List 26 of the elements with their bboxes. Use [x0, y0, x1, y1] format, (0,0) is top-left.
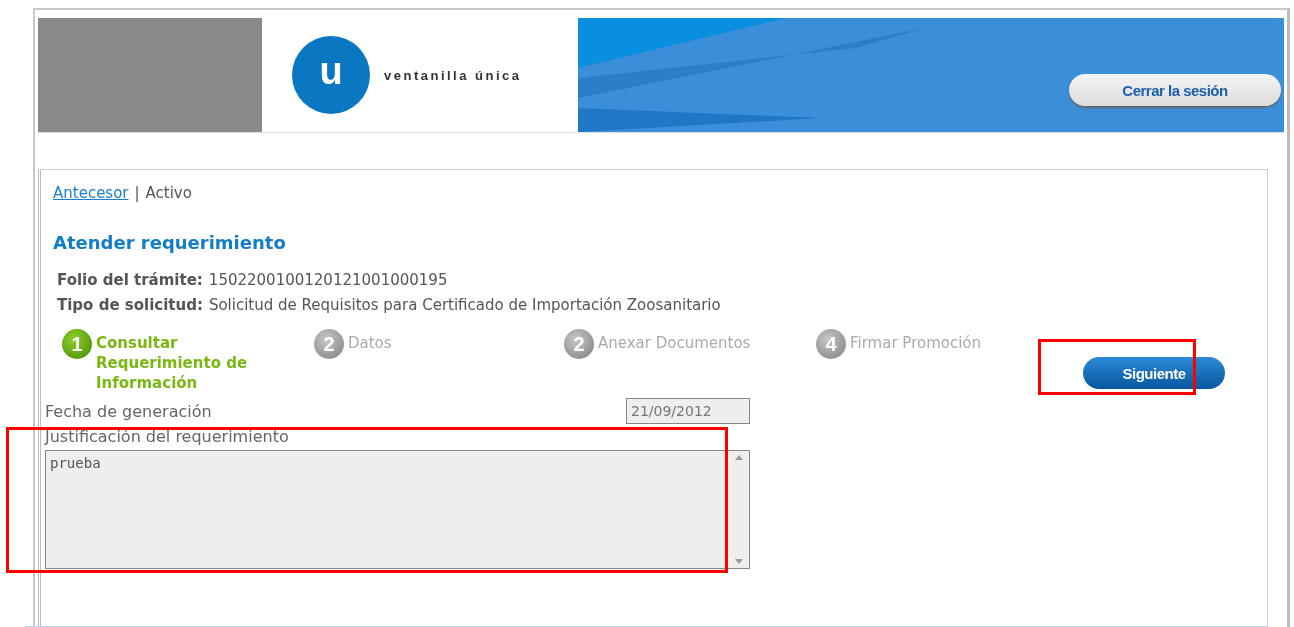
- step-label: Anexar Documentos: [598, 333, 752, 354]
- page-title: Atender requerimiento: [53, 232, 287, 253]
- breadcrumb-separator: |: [134, 184, 140, 204]
- logout-button[interactable]: Cerrar la sesión: [1069, 74, 1281, 106]
- step-number-badge: 2: [564, 329, 594, 359]
- detail-label: Folio del trámite:: [57, 271, 203, 291]
- step-label: Consultar Requerimiento de Información: [96, 333, 249, 393]
- detail-value: Solicitud de Requisitos para Certificado de Importación Zoosanitario: [208, 296, 721, 316]
- detail-label: Tipo de solicitud:: [57, 296, 203, 316]
- next-button[interactable]: Siguiente: [1083, 357, 1225, 389]
- field-label: Justificación del requerimiento: [43, 427, 290, 446]
- logo-text: ventanilla única: [384, 67, 522, 83]
- scroll-up-icon[interactable]: [735, 455, 743, 460]
- step-number-badge: 4: [816, 329, 846, 359]
- step-label: Firmar Promoción: [850, 333, 983, 354]
- step-number-badge: 1: [62, 329, 92, 359]
- field-label: Fecha de generación: [44, 401, 212, 421]
- logo-icon: u: [292, 36, 370, 114]
- date-field[interactable]: 21/09/2012: [626, 398, 750, 424]
- step-number-badge: 2: [314, 329, 344, 359]
- scroll-down-icon[interactable]: [735, 559, 743, 564]
- step-label: Datos: [348, 333, 393, 354]
- detail-value: 1502200100120121001000195: [208, 271, 448, 291]
- breadcrumb-current: Activo: [145, 184, 192, 204]
- breadcrumb-link[interactable]: Antecesor: [53, 184, 129, 208]
- text-area[interactable]: prueba: [45, 450, 750, 569]
